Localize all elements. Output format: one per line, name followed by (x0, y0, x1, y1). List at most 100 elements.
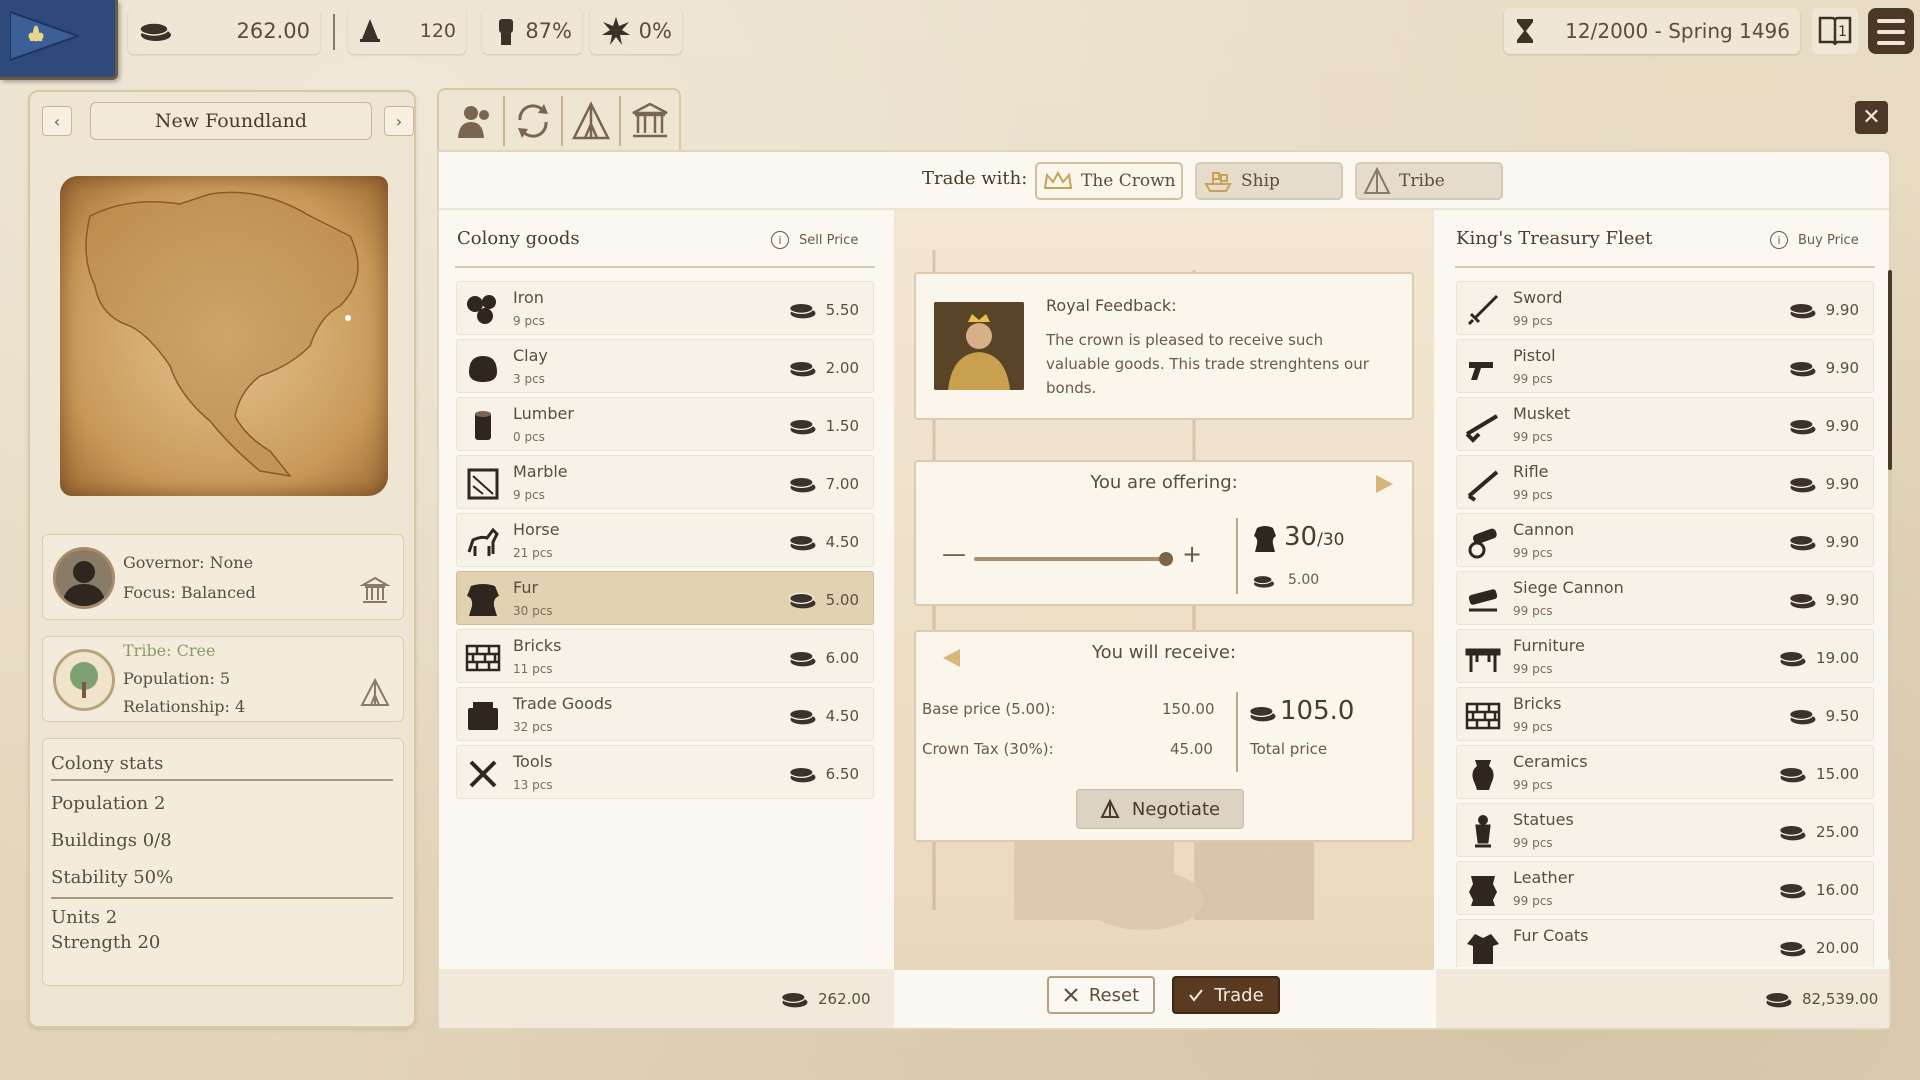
goods-quantity: 21 pcs (513, 546, 553, 560)
goods-row-musket[interactable]: Musket 99 pcs 9.90 (1456, 397, 1874, 451)
goods-price: 9.90 (1788, 473, 1859, 495)
close-button[interactable]: ✕ (1855, 101, 1888, 134)
partner-ship-button[interactable]: Ship (1195, 162, 1343, 200)
tab-tribe[interactable] (563, 96, 622, 146)
next-colony-button[interactable]: › (384, 106, 414, 136)
play-arrow-icon[interactable] (1372, 472, 1396, 496)
trade-with-label: Trade with: (922, 168, 1028, 189)
goods-price-value: 9.90 (1825, 359, 1859, 377)
tab-trade[interactable] (505, 96, 564, 146)
government-building-icon[interactable] (359, 575, 391, 607)
governor-card[interactable]: Governor: None Focus: Balanced (42, 534, 404, 620)
quantity-slider[interactable] (974, 552, 1173, 566)
population-value: 120 (419, 20, 456, 42)
sell-price-label: Sell Price (799, 232, 859, 248)
coins-icon (788, 476, 816, 493)
goods-row-tools[interactable]: Tools 13 pcs 6.50 (456, 745, 874, 799)
crown-icon (1043, 170, 1073, 189)
partner-crown-button[interactable]: The Crown (1035, 162, 1183, 200)
goods-row-clay[interactable]: Clay 3 pcs 2.00 (456, 339, 874, 393)
goods-row-statues[interactable]: Statues 99 pcs 25.00 (1456, 803, 1874, 857)
goods-quantity: 3 pcs (513, 372, 545, 386)
goods-quantity: 99 pcs (1513, 604, 1553, 618)
tab-government[interactable] (621, 96, 679, 146)
tab-population[interactable] (447, 96, 506, 146)
date-display[interactable]: 12/2000 - Spring 1496 (1504, 8, 1800, 54)
king-icon (934, 302, 1024, 390)
colony-map[interactable] (60, 176, 388, 496)
goods-row-ceramics[interactable]: Ceramics 99 pcs 15.00 (1456, 745, 1874, 799)
partner-tribe-button[interactable]: Tribe (1355, 162, 1503, 200)
checkmark-icon (1189, 989, 1204, 1002)
goods-price: 15.00 (1778, 763, 1859, 785)
negotiate-label: Negotiate (1131, 798, 1221, 820)
goods-row-trade-goods[interactable]: Trade Goods 32 pcs 4.50 (456, 687, 874, 741)
goods-price: 9.90 (1788, 299, 1859, 321)
goods-quantity: 99 pcs (1513, 314, 1553, 328)
goods-row-bricks[interactable]: Bricks 11 pcs 6.00 (456, 629, 874, 683)
goods-price-value: 9.90 (1825, 475, 1859, 493)
goods-price: 9.90 (1788, 531, 1859, 553)
goods-price-value: 4.50 (825, 707, 859, 725)
prev-colony-button[interactable]: ‹ (42, 106, 72, 136)
coins-icon (788, 766, 816, 783)
goods-row-rifle[interactable]: Rifle 99 pcs 9.90 (1456, 455, 1874, 509)
goods-price-value: 20.00 (1816, 939, 1859, 957)
goods-row-furniture[interactable]: Furniture 99 pcs 19.00 (1456, 629, 1874, 683)
goods-price: 7.00 (788, 473, 859, 495)
goods-row-horse[interactable]: Horse 21 pcs 4.50 (456, 513, 874, 567)
goods-row-sword[interactable]: Sword 99 pcs 9.90 (1456, 281, 1874, 335)
population-counter[interactable]: 120 (348, 8, 466, 54)
approval-counter[interactable]: 87% (482, 8, 582, 54)
increase-button[interactable]: + (1182, 540, 1202, 568)
receive-title: You will receive: (1091, 642, 1237, 663)
tent-icon[interactable] (359, 677, 391, 709)
goods-quantity: 9 pcs (513, 488, 545, 502)
fleet-scroll-thumb[interactable] (1888, 270, 1892, 470)
colony-treasury: 262.00 (780, 988, 871, 1010)
focus-label: Focus: Balanced (123, 583, 256, 602)
nation-flag[interactable] (0, 0, 118, 80)
decrease-button[interactable]: — (942, 540, 966, 568)
goods-row-pistol[interactable]: Pistol 99 pcs 9.90 (1456, 339, 1874, 393)
coins-icon (788, 650, 816, 667)
fleet-list-viewport[interactable]: Sword 99 pcs 9.90 Pistol 99 pcs 9.90 Musket 99 … (1454, 281, 1878, 967)
trade-button[interactable]: Trade (1172, 976, 1280, 1014)
menu-button[interactable] (1868, 8, 1914, 54)
info-icon[interactable]: i (1770, 231, 1788, 249)
goods-row-leather[interactable]: Leather 99 pcs 16.00 (1456, 861, 1874, 915)
goods-price-value: 15.00 (1816, 765, 1859, 783)
goods-row-siege-cannon[interactable]: Siege Cannon 99 pcs 9.90 (1456, 571, 1874, 625)
info-icon[interactable]: i (771, 231, 789, 249)
tribe-card[interactable]: Tribe: Cree Population: 5 Relationship: … (42, 636, 404, 722)
slider-handle[interactable] (1159, 552, 1173, 566)
goods-row-bricks[interactable]: Bricks 99 pcs 9.50 (1456, 687, 1874, 741)
hourglass-icon (1517, 19, 1533, 43)
journal-badge: 1 (1838, 24, 1847, 40)
gold-counter[interactable]: 262.00 (128, 8, 320, 54)
coins-icon (788, 360, 816, 377)
clay-icon (463, 348, 503, 388)
goods-row-fur-coats[interactable]: Fur Coats 20.00 (1456, 919, 1874, 967)
fur-icon (463, 580, 503, 620)
partner-crown-label: The Crown (1081, 171, 1176, 191)
coins-icon (1779, 882, 1806, 899)
goods-row-fur[interactable]: Fur 30 pcs 5.00 (456, 571, 874, 625)
statues-icon (1463, 812, 1503, 852)
goods-quantity: 11 pcs (513, 662, 553, 676)
goods-row-iron[interactable]: Iron 9 pcs 5.50 (456, 281, 874, 335)
goods-price: 6.00 (788, 647, 859, 669)
goods-row-lumber[interactable]: Lumber 0 pcs 1.50 (456, 397, 874, 451)
approval-value: 87% (525, 19, 572, 43)
goods-price: 5.50 (788, 299, 859, 321)
goods-row-marble[interactable]: Marble 9 pcs 7.00 (456, 455, 874, 509)
unrest-counter[interactable]: 0% (590, 8, 682, 54)
goods-price-value: 5.00 (825, 591, 859, 609)
journal-button[interactable]: 1 (1812, 8, 1858, 54)
goods-row-cannon[interactable]: Cannon 99 pcs 9.90 (1456, 513, 1874, 567)
total-price: 105.0 (1280, 696, 1355, 726)
negotiate-button[interactable]: Negotiate (1076, 789, 1244, 829)
bricks-icon (463, 638, 503, 678)
reset-button[interactable]: Reset (1047, 976, 1155, 1014)
colony-name: New Foundland (90, 102, 372, 140)
